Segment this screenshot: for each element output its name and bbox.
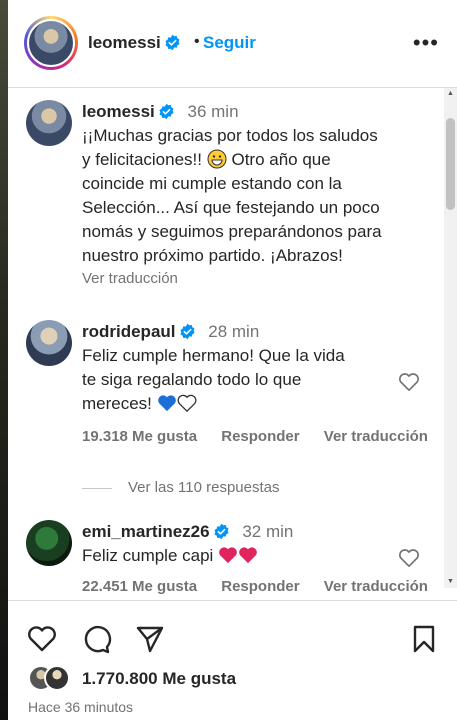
view-replies-link[interactable]: Ver las 110 respuestas: [82, 479, 279, 496]
blue-heart-icon: [157, 395, 176, 412]
scroll-up-arrow-icon[interactable]: ▲: [446, 90, 455, 98]
reply-button[interactable]: Responder: [221, 578, 299, 595]
white-heart-icon: [177, 394, 197, 412]
reply-button[interactable]: Responder: [221, 428, 299, 445]
post-time-ago: Hace 36 minutos: [28, 699, 134, 715]
post-header: leomessi • Seguir •••: [8, 0, 457, 88]
scroll-down-arrow-icon[interactable]: ▼: [446, 578, 455, 586]
like-comment-heart-icon[interactable]: [398, 548, 420, 568]
scrollbar-thumb[interactable]: [446, 118, 455, 210]
commenter-avatar[interactable]: [26, 320, 72, 366]
comment-icon[interactable]: [80, 623, 112, 655]
comments-list[interactable]: leomessi 36 min ¡¡Muchas gracias por tod…: [8, 88, 444, 600]
comment-time: 28 min: [208, 322, 260, 341]
translate-link[interactable]: Ver traducción: [324, 578, 428, 595]
red-heart-icon: [219, 547, 237, 564]
caption-translate-link[interactable]: Ver traducción: [82, 270, 422, 287]
comment-time: 32 min: [242, 522, 294, 541]
red-heart-icon: [239, 547, 257, 564]
comment-text: Feliz cumple hermano! Que la vida te sig…: [82, 346, 345, 413]
comment-meta: 22.451 Me gusta Responder Ver traducción: [82, 578, 428, 595]
comment-text: Feliz cumple capi: [82, 544, 422, 568]
comment-likes[interactable]: 22.451 Me gusta: [82, 578, 197, 595]
commenter-avatar[interactable]: [26, 520, 72, 566]
verified-badge-icon: [214, 523, 229, 540]
caption-avatar[interactable]: [26, 100, 72, 146]
share-icon[interactable]: [134, 623, 166, 655]
comment-meta: 19.318 Me gusta Responder Ver traducción: [82, 428, 428, 445]
background-photo-edge: [0, 0, 8, 720]
more-options-icon[interactable]: •••: [413, 30, 439, 56]
comment-username[interactable]: emi_martinez26: [82, 522, 210, 541]
grinning-face-icon: [207, 149, 227, 169]
follow-button[interactable]: Seguir: [203, 33, 256, 53]
like-comment-heart-icon[interactable]: [398, 372, 420, 392]
bookmark-icon[interactable]: [408, 623, 440, 655]
author-username[interactable]: leomessi: [88, 33, 181, 53]
replies-divider: [82, 487, 112, 489]
heart-icon[interactable]: [26, 623, 58, 655]
liker-avatar: [44, 665, 70, 691]
post-actions: 1.770.800 Me gusta Hace 36 minutos: [8, 600, 457, 720]
verified-badge-icon: [165, 34, 180, 51]
caption-time: 36 min: [187, 102, 239, 121]
verified-badge-icon: [180, 323, 195, 340]
comment-username[interactable]: rodridepaul: [82, 322, 176, 341]
likes-count[interactable]: 1.770.800 Me gusta: [82, 669, 236, 689]
header-separator: •: [194, 33, 200, 50]
verified-badge-icon: [159, 103, 174, 120]
translate-link[interactable]: Ver traducción: [324, 428, 428, 445]
caption-text: ¡¡Muchas gracias por todos los saludos y…: [82, 126, 382, 265]
caption-username[interactable]: leomessi: [82, 102, 155, 121]
author-avatar[interactable]: [24, 16, 78, 70]
comment-likes[interactable]: 19.318 Me gusta: [82, 428, 197, 445]
